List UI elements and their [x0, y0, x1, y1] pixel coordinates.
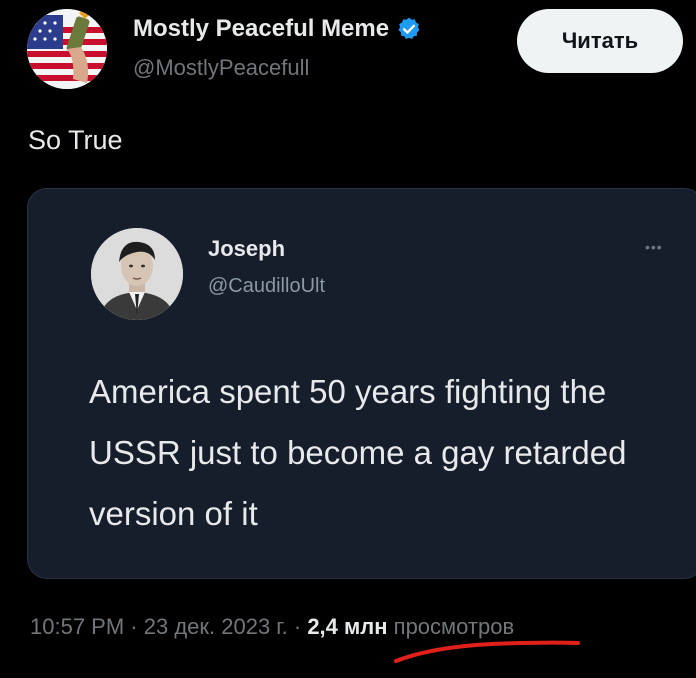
red-underline-annotation	[394, 640, 580, 663]
quoted-author-handle[interactable]: @CaudilloUlt	[208, 275, 325, 298]
flag-avatar-icon	[27, 9, 107, 89]
quoted-tweet-card[interactable]: Joseph @CaudilloUlt ••• America spent 50…	[27, 188, 696, 579]
follow-button[interactable]: Читать	[517, 9, 683, 73]
quoted-author-name[interactable]: Joseph	[208, 236, 285, 262]
tweet-text: So True	[28, 125, 123, 155]
portrait-avatar-icon	[91, 228, 183, 320]
author-display-name[interactable]: Mostly Peaceful Meme	[133, 15, 389, 43]
tweet-meta: 10:57 PM · 23 дек. 2023 г. · 2,4 млн про…	[30, 614, 514, 640]
views-count[interactable]: 2,4 млн	[307, 614, 387, 639]
more-options-icon[interactable]: •••	[645, 239, 663, 255]
meta-separator: ·	[287, 614, 308, 639]
tweet-time[interactable]: 10:57 PM	[30, 614, 124, 639]
author-handle[interactable]: @MostlyPeacefull	[133, 55, 309, 81]
tweet-date[interactable]: 23 дек. 2023 г.	[144, 614, 288, 639]
quoted-author-avatar[interactable]	[91, 228, 183, 320]
verified-badge-icon	[398, 17, 420, 39]
author-name-row: Mostly Peaceful Meme	[133, 15, 422, 43]
meta-separator: ·	[124, 614, 144, 639]
views-label: просмотров	[387, 614, 515, 639]
author-avatar[interactable]	[27, 9, 107, 89]
quoted-tweet-text: America spent 50 years fighting the USSR…	[89, 373, 627, 532]
